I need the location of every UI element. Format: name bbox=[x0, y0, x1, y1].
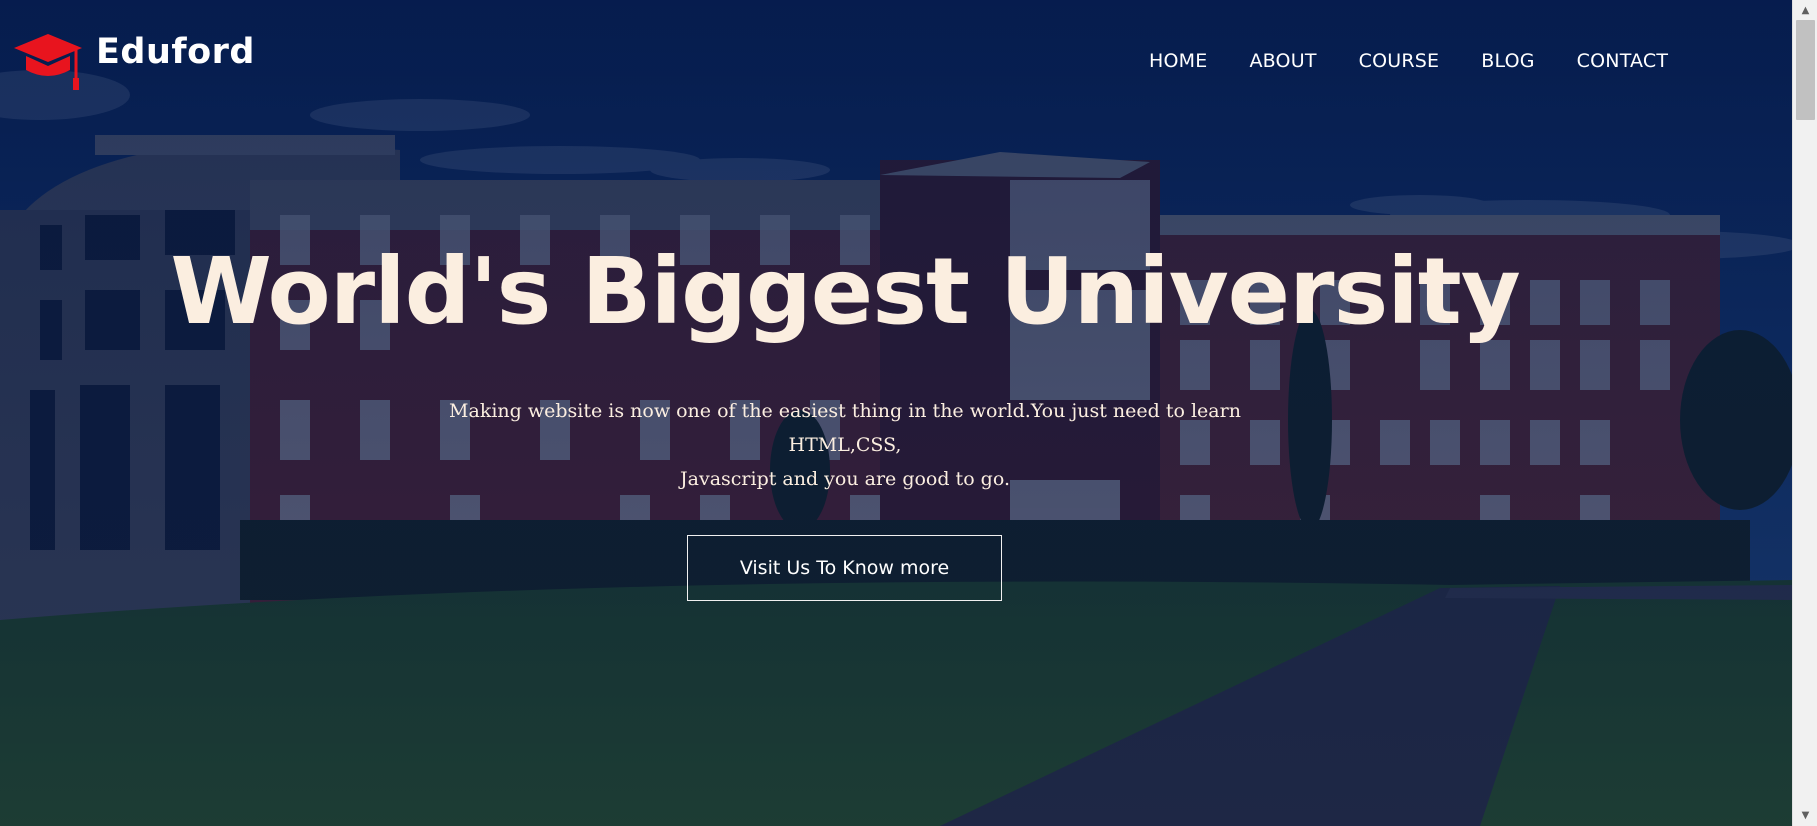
scroll-thumb[interactable] bbox=[1796, 20, 1815, 120]
nav-blog[interactable]: BLOG bbox=[1481, 50, 1534, 72]
scroll-up-arrow-icon[interactable]: ▲ bbox=[1793, 2, 1817, 19]
hero-subtitle-line-2: Javascript and you are good to go. bbox=[680, 468, 1010, 490]
hero-subtitle: Making website is now one of the easiest… bbox=[395, 394, 1295, 496]
main-nav: HOME ABOUT COURSE BLOG CONTACT bbox=[1149, 50, 1710, 72]
hero-subtitle-line-1: Making website is now one of the easiest… bbox=[449, 400, 1241, 456]
nav-course[interactable]: COURSE bbox=[1359, 50, 1440, 72]
nav-about[interactable]: ABOUT bbox=[1249, 50, 1316, 72]
graduation-cap-icon bbox=[14, 34, 82, 90]
nav-home[interactable]: HOME bbox=[1149, 50, 1207, 72]
brand-name: Eduford bbox=[96, 32, 255, 72]
brand-logo[interactable]: Eduford bbox=[12, 30, 255, 94]
hero-headline: World's Biggest University bbox=[170, 238, 1520, 345]
scroll-down-arrow-icon[interactable]: ▼ bbox=[1793, 807, 1817, 824]
page-scrollbar[interactable]: ▲ ▼ bbox=[1792, 0, 1817, 826]
visit-us-button[interactable]: Visit Us To Know more bbox=[687, 535, 1002, 601]
nav-contact[interactable]: CONTACT bbox=[1577, 50, 1669, 72]
